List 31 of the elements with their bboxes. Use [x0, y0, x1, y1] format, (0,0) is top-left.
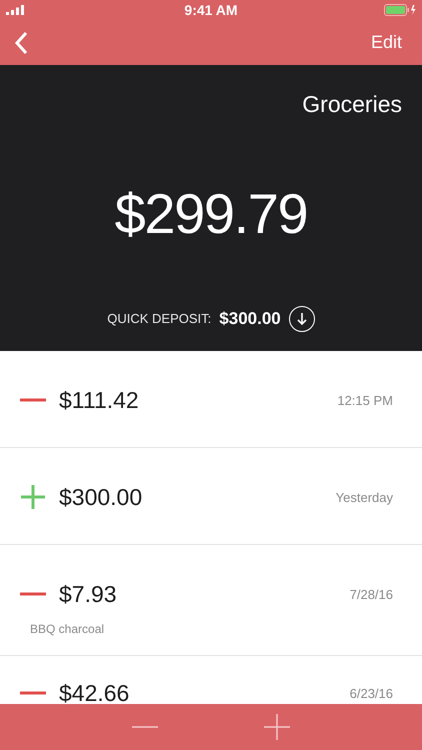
plus-icon — [20, 484, 46, 510]
battery-icon — [384, 4, 416, 16]
quick-deposit-amount: $300.00 — [219, 308, 281, 330]
minus-icon — [20, 398, 46, 402]
transaction-date: 6/23/16 — [350, 684, 393, 702]
transaction-date: 7/28/16 — [350, 586, 393, 604]
transaction-amount: $7.93 — [59, 580, 117, 609]
transaction-row[interactable]: $111.42 12:15 PM — [0, 351, 422, 448]
transaction-date: Yesterday — [336, 488, 393, 507]
minus-icon — [20, 691, 46, 696]
chevron-left-icon — [14, 30, 28, 54]
plus-icon — [264, 714, 290, 740]
transaction-date: 12:15 PM — [337, 392, 393, 410]
edit-button[interactable]: Edit — [370, 29, 402, 56]
transaction-row[interactable]: $7.93 7/28/16 BBQ charcoal — [0, 545, 422, 656]
transaction-amount: $300.00 — [59, 483, 142, 512]
transaction-amount: $111.42 — [59, 386, 139, 415]
signal-icon — [6, 5, 24, 15]
arrow-down-icon — [296, 312, 308, 326]
transaction-row[interactable]: $300.00 Yesterday — [0, 448, 422, 545]
deposit-button[interactable] — [288, 306, 315, 332]
account-title: Groceries — [302, 90, 402, 119]
status-time: 9:41 AM — [184, 0, 238, 20]
transaction-amount: $42.66 — [59, 679, 130, 704]
transaction-note: BBQ charcoal — [29, 620, 106, 638]
balance-amount: $299.79 — [114, 180, 308, 247]
add-button[interactable] — [263, 713, 291, 741]
minus-icon — [20, 592, 46, 596]
minus-icon — [132, 726, 158, 728]
back-button[interactable] — [14, 30, 28, 54]
quick-deposit-label: QUICK DEPOSIT: — [107, 310, 212, 328]
